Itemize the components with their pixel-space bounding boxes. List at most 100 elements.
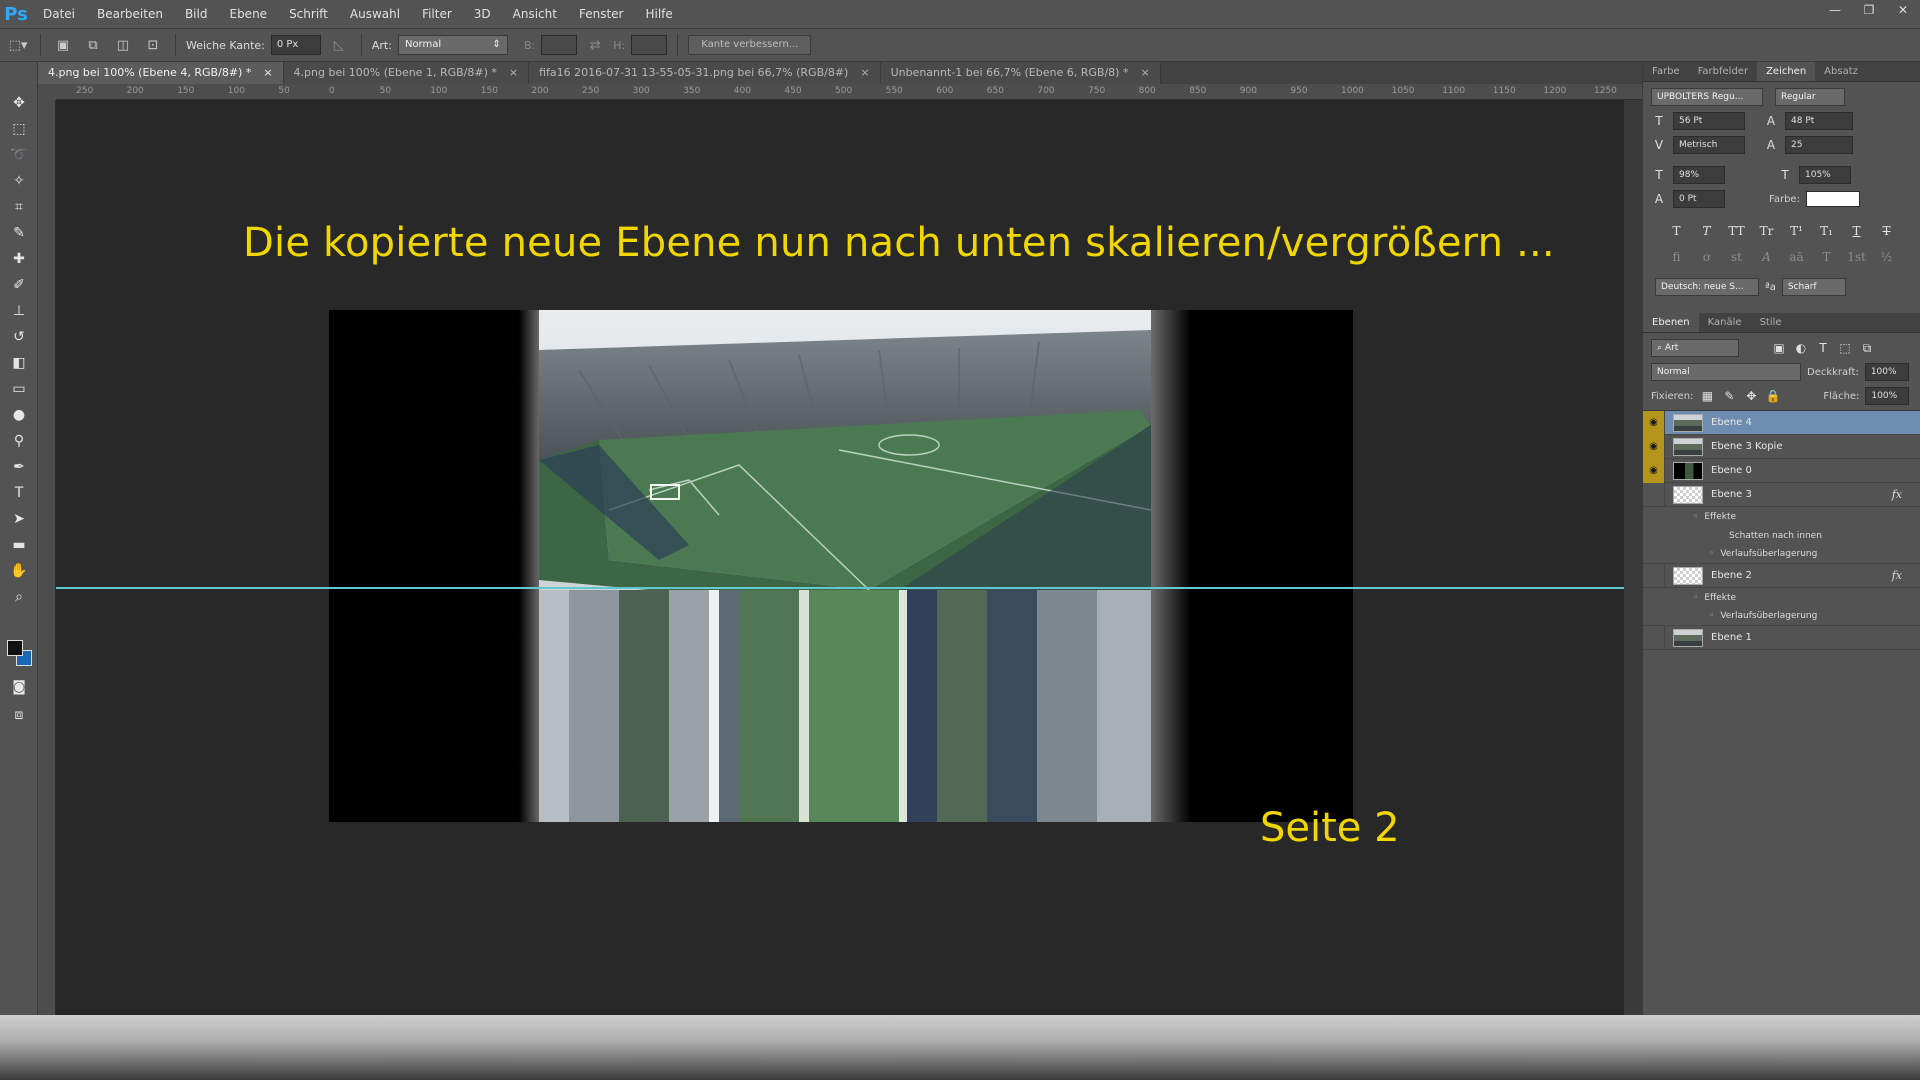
doc-tab[interactable]: 4.png bei 100% (Ebene 4, RGB/8#) * × xyxy=(38,62,284,84)
underline-button[interactable]: T xyxy=(1845,224,1869,238)
baseline-shift-field[interactable]: 0 Pt xyxy=(1673,190,1725,208)
effect-item[interactable]: ◦ Verlaufsüberlagerung xyxy=(1643,545,1920,564)
layer-row[interactable]: ◉ Ebene 3 Kopie xyxy=(1643,434,1920,459)
move-tool-icon[interactable]: ✥ xyxy=(0,90,38,116)
effects-group[interactable]: ◦ Effekte xyxy=(1643,588,1920,607)
document-canvas[interactable]: Die kopierte neue Ebene nun nach unten s… xyxy=(56,100,1624,1015)
fx-icon[interactable]: fx xyxy=(1892,569,1902,582)
visibility-eye-icon[interactable] xyxy=(1643,482,1665,507)
faux-italic-button[interactable]: T xyxy=(1695,224,1719,238)
effects-group[interactable]: ◦ Effekte xyxy=(1643,507,1920,526)
subtract-selection-icon[interactable]: ◫ xyxy=(111,33,135,57)
eraser-tool-icon[interactable]: ◧ xyxy=(0,350,38,376)
healing-brush-tool-icon[interactable]: ✚ xyxy=(0,246,38,272)
visibility-eye-icon[interactable] xyxy=(1643,625,1665,650)
refine-edge-button[interactable]: Kante verbessern... xyxy=(688,35,812,55)
close-icon[interactable]: × xyxy=(1140,62,1149,84)
history-brush-tool-icon[interactable]: ↺ xyxy=(0,324,38,350)
vertical-scale-field[interactable]: 98% xyxy=(1673,166,1725,184)
marquee-preset-icon[interactable]: ⬚▾ xyxy=(6,33,30,57)
filter-pixel-icon[interactable]: ▣ xyxy=(1771,341,1787,355)
effect-item[interactable]: Schatten nach innen xyxy=(1643,526,1920,545)
leading-field[interactable]: 48 Pt xyxy=(1785,112,1853,130)
style-select[interactable]: Normal ⇕ xyxy=(397,35,508,55)
menu-datei[interactable]: Datei xyxy=(32,0,86,28)
horizontal-guide[interactable] xyxy=(56,587,1624,589)
doc-tab[interactable]: 4.png bei 100% (Ebene 1, RGB/8#) * × xyxy=(283,62,530,84)
path-select-tool-icon[interactable]: ➤ xyxy=(0,506,38,532)
titling-alternates-button[interactable]: T xyxy=(1815,250,1839,264)
rect-marquee-tool-icon[interactable]: ⬚ xyxy=(0,116,38,142)
restore-button[interactable]: ❐ xyxy=(1852,0,1886,20)
add-selection-icon[interactable]: ⧉ xyxy=(81,33,105,57)
height-input[interactable] xyxy=(631,35,668,55)
tab-ebenen[interactable]: Ebenen xyxy=(1643,313,1699,332)
close-button[interactable]: ✕ xyxy=(1886,0,1920,20)
faux-bold-button[interactable]: T xyxy=(1665,224,1689,238)
effect-eye-icon[interactable]: ◦ xyxy=(1709,549,1714,559)
visibility-eye-icon[interactable]: ◉ xyxy=(1643,434,1665,459)
fill-field[interactable]: 100% xyxy=(1865,387,1910,405)
visibility-eye-icon[interactable] xyxy=(1643,563,1665,588)
filter-adjustment-icon[interactable]: ◐ xyxy=(1793,341,1809,355)
menu-ansicht[interactable]: Ansicht xyxy=(502,0,568,28)
superscript-button[interactable]: T¹ xyxy=(1785,224,1809,238)
eyedropper-tool-icon[interactable]: ✎ xyxy=(0,220,38,246)
tab-zeichen[interactable]: Zeichen xyxy=(1757,62,1816,81)
layer-row[interactable]: ◉ Ebene 0 xyxy=(1643,458,1920,483)
antialias-select[interactable]: Scharf xyxy=(1781,278,1846,296)
stylistic-alternates-button[interactable]: aā xyxy=(1785,250,1809,264)
tab-farbfelder[interactable]: Farbfelder xyxy=(1689,62,1757,81)
layer-row[interactable]: Ebene 1 xyxy=(1643,625,1920,650)
blend-mode-select[interactable]: Normal xyxy=(1651,363,1801,381)
contextual-alternates-button[interactable]: st xyxy=(1725,250,1749,264)
width-input[interactable] xyxy=(541,35,578,55)
swash-button[interactable]: A xyxy=(1755,250,1779,264)
close-icon[interactable]: × xyxy=(860,62,869,84)
doc-tab[interactable]: Unbenannt-1 bei 66,7% (Ebene 6, RGB/8) *… xyxy=(880,62,1161,84)
menu-3d[interactable]: 3D xyxy=(463,0,502,28)
gradient-tool-icon[interactable]: ▭ xyxy=(0,376,38,402)
ruler-corner[interactable] xyxy=(38,84,56,100)
new-selection-icon[interactable]: ▣ xyxy=(51,33,75,57)
kerning-field[interactable]: Metrisch xyxy=(1673,136,1745,154)
visibility-eye-icon[interactable]: ◉ xyxy=(1643,410,1665,435)
dodge-tool-icon[interactable]: ⚲ xyxy=(0,428,38,454)
visibility-eye-icon[interactable]: ◉ xyxy=(1643,458,1665,483)
foreground-color-swatch[interactable] xyxy=(7,640,23,656)
quick-mask-icon[interactable]: ◙ xyxy=(0,674,38,700)
vertical-scrollbar[interactable] xyxy=(1624,100,1642,1015)
effect-eye-icon[interactable]: ◦ xyxy=(1693,593,1698,603)
effect-eye-icon[interactable]: ◦ xyxy=(1693,512,1698,522)
tracking-field[interactable]: 25 xyxy=(1785,136,1853,154)
lock-pixels-icon[interactable]: ✎ xyxy=(1721,389,1737,403)
brush-tool-icon[interactable]: ✐ xyxy=(0,272,38,298)
feather-input[interactable]: 0 Px xyxy=(270,35,321,55)
menu-ebene[interactable]: Ebene xyxy=(218,0,278,28)
filter-type-icon[interactable]: T xyxy=(1815,341,1831,355)
language-select[interactable]: Deutsch: neue S... xyxy=(1655,278,1759,296)
screen-mode-icon[interactable]: ⧈ xyxy=(0,702,38,728)
small-caps-button[interactable]: Tr xyxy=(1755,224,1779,238)
type-tool-icon[interactable]: T xyxy=(0,480,38,506)
font-style-select[interactable]: Regular xyxy=(1775,88,1845,106)
zoom-tool-icon[interactable]: ⌕ xyxy=(0,584,38,610)
magic-wand-tool-icon[interactable]: ✧ xyxy=(0,168,38,194)
lock-transparency-icon[interactable]: ▦ xyxy=(1699,389,1715,403)
effect-item[interactable]: ◦ Verlaufsüberlagerung xyxy=(1643,607,1920,626)
menu-hilfe[interactable]: Hilfe xyxy=(634,0,683,28)
all-caps-button[interactable]: TT xyxy=(1725,224,1749,238)
subscript-button[interactable]: T₁ xyxy=(1815,224,1839,238)
crop-tool-icon[interactable]: ⌗ xyxy=(0,194,38,220)
ordinals-button[interactable]: 1st xyxy=(1845,250,1869,264)
layer-row[interactable]: ◉ Ebene 4 xyxy=(1643,410,1920,435)
menu-filter[interactable]: Filter xyxy=(411,0,463,28)
menu-schrift[interactable]: Schrift xyxy=(278,0,339,28)
font-size-field[interactable]: 56 Pt xyxy=(1673,112,1745,130)
font-family-select[interactable]: UPBOLTERS Regu... xyxy=(1651,88,1763,106)
discretionary-ligatures-button[interactable]: ơ xyxy=(1695,250,1719,264)
hand-tool-icon[interactable]: ✋ xyxy=(0,558,38,584)
intersect-selection-icon[interactable]: ⊡ xyxy=(141,33,165,57)
vertical-ruler[interactable] xyxy=(38,100,56,1015)
layer-filter-select[interactable]: ⌕ Art xyxy=(1651,339,1739,357)
